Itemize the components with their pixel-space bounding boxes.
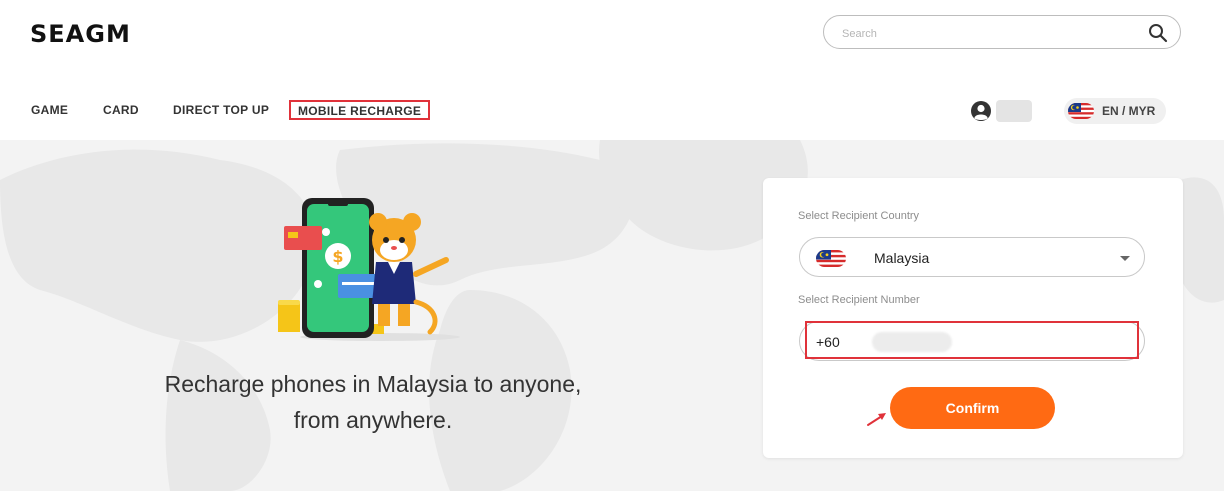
recipient-country-label: Select Recipient Country (798, 210, 920, 222)
hero-tagline-line2: from anywhere. (293, 407, 453, 433)
username-masked[interactable] (996, 100, 1032, 122)
recipient-number-label: Select Recipient Number (798, 294, 920, 306)
language-currency-label: EN / MYR (1102, 104, 1156, 118)
phone-number-masked (872, 332, 952, 352)
hero-section: $ Recharge phones in Malaysia to anyone,… (0, 140, 1224, 491)
chevron-down-icon (1120, 256, 1130, 261)
recipient-country-select[interactable]: Malaysia (799, 237, 1145, 277)
country-code-prefix: +60 (816, 334, 840, 350)
nav-item-direct-top-up[interactable]: DIRECT TOP UP (173, 96, 269, 124)
seagm-logo[interactable]: SEAGM (30, 20, 131, 48)
recharge-illustration: $ (278, 198, 460, 341)
nav-item-card[interactable]: CARD (103, 96, 139, 124)
malaysia-flag-icon (816, 250, 846, 267)
confirm-button[interactable]: Confirm (890, 387, 1055, 429)
svg-text:$: $ (332, 247, 343, 266)
recharge-form-card: Select Recipient Country Malaysia Select… (763, 178, 1183, 458)
hero-tagline-line1: Recharge phones in Malaysia to anyone, (164, 371, 582, 397)
arrow-pointer-icon (867, 413, 886, 426)
search-input[interactable] (840, 23, 1144, 45)
site-header: SEAGM GAME CARD DIRECT TOP UP MOBILE REC… (0, 0, 1224, 140)
hero-tagline: Recharge phones in Malaysia to anyone, f… (110, 366, 636, 438)
recipient-country-value: Malaysia (874, 250, 930, 266)
nav-item-mobile-recharge[interactable]: MOBILE RECHARGE (289, 100, 431, 120)
malaysia-flag-icon (1068, 103, 1094, 119)
recipient-number-input[interactable]: +60 (799, 321, 1145, 361)
search-icon[interactable] (1148, 23, 1168, 43)
user-icon[interactable] (970, 100, 992, 122)
search-box[interactable] (823, 15, 1181, 49)
nav-item-game[interactable]: GAME (31, 96, 68, 124)
language-currency-selector[interactable]: EN / MYR (1064, 98, 1166, 124)
